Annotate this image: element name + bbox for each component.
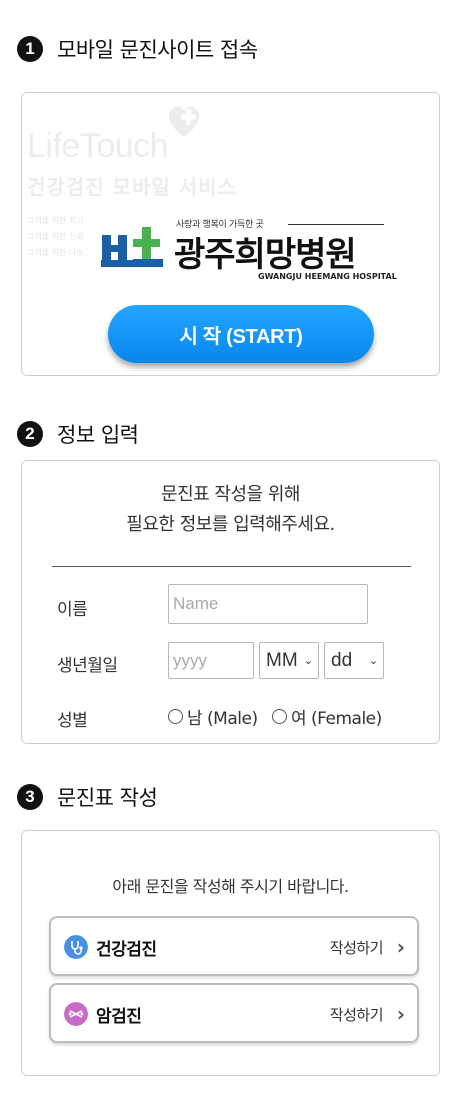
hospital-logo-block: 사랑과 행복이 가득한 곳 광주희망병원 GWANGJU HEEMANG HOS… (98, 215, 398, 285)
radio-circle-icon (168, 709, 183, 724)
chevron-down-icon: ⌄ (303, 655, 313, 667)
dna-icon (64, 1002, 88, 1026)
name-placeholder: Name (173, 594, 219, 613)
form-intro-line-1: 문진표 작성을 위해 (161, 484, 300, 505)
day-value: dd (331, 649, 353, 671)
lifetouch-heart-icon (168, 106, 200, 137)
health-checkup-item[interactable]: 건강검진 작성하기 › (49, 916, 419, 976)
month-value: MM (266, 649, 298, 671)
gender-female-radio[interactable]: 여 (Female) (272, 704, 382, 729)
stethoscope-icon (64, 935, 88, 959)
birth-day-select[interactable]: dd ⌄ (324, 642, 384, 679)
cancer-checkup-item[interactable]: 암검진 작성하기 › (49, 983, 419, 1043)
birthdate-label: 생년월일 (57, 656, 118, 676)
form-divider (52, 566, 411, 567)
name-input[interactable]: Name (168, 584, 368, 624)
tagline-divider (288, 224, 384, 225)
name-label: 이름 (57, 600, 88, 620)
faint-text: 고객을 위한 최고 (27, 216, 84, 225)
hospital-name-en: GWANGJU HEEMANG HOSPITAL (258, 272, 397, 281)
gender-male-radio[interactable]: 남 (Male) (168, 704, 258, 729)
male-label: 남 (Male) (187, 709, 258, 729)
hospital-logo-icon (101, 227, 163, 267)
step-3-header: 3 문진표 작성 (17, 782, 158, 812)
faint-text: 고객을 위한 신뢰 (27, 232, 84, 241)
start-button[interactable]: 시 작 (START) (108, 305, 374, 363)
hospital-name: 광주희망병원 (174, 235, 357, 275)
year-placeholder: yyyy (173, 650, 207, 670)
radio-circle-icon (272, 709, 287, 724)
step-number-1: 1 (17, 36, 43, 62)
intro-card: LifeTouch 건강검진 모바일 서비스 고객을 위한 최고 고객을 위한 … (21, 92, 440, 376)
step-number-3: 3 (17, 784, 43, 810)
item-name: 건강검진 (96, 940, 157, 960)
item-name: 암검진 (96, 1007, 142, 1027)
lifetouch-subtitle: 건강검진 모바일 서비스 (27, 175, 237, 199)
step-number-2: 2 (17, 421, 43, 447)
step-2-title: 정보 입력 (57, 423, 139, 447)
form-intro-line-2: 필요한 정보를 입력해주세요. (126, 514, 335, 535)
step-1-title: 모바일 문진사이트 접속 (57, 38, 258, 62)
gender-label: 성별 (57, 711, 88, 731)
questionnaire-intro: 아래 문진을 작성해 주시기 바랍니다. (112, 877, 349, 896)
item-action: 작성하기 (329, 1006, 384, 1024)
faint-text: 고객을 위한 나눔 (27, 248, 84, 257)
lifetouch-brand: LifeTouch (27, 127, 169, 165)
birth-year-input[interactable]: yyyy (168, 642, 254, 679)
chevron-right-icon: › (396, 1002, 405, 1026)
step-1-header: 1 모바일 문진사이트 접속 (17, 34, 258, 64)
chevron-down-icon: ⌄ (368, 655, 378, 667)
item-action: 작성하기 (329, 939, 384, 957)
female-label: 여 (Female) (291, 709, 382, 729)
chevron-right-icon: › (396, 935, 405, 959)
step-3-title: 문진표 작성 (57, 786, 158, 810)
questionnaire-card: 아래 문진을 작성해 주시기 바랍니다. 건강검진 작성하기 › 암검진 작성하… (21, 830, 440, 1076)
step-2-header: 2 정보 입력 (17, 419, 139, 449)
info-form-card: 문진표 작성을 위해 필요한 정보를 입력해주세요. 이름 Name 생년월일 … (21, 460, 440, 744)
birth-month-select[interactable]: MM ⌄ (259, 642, 319, 679)
